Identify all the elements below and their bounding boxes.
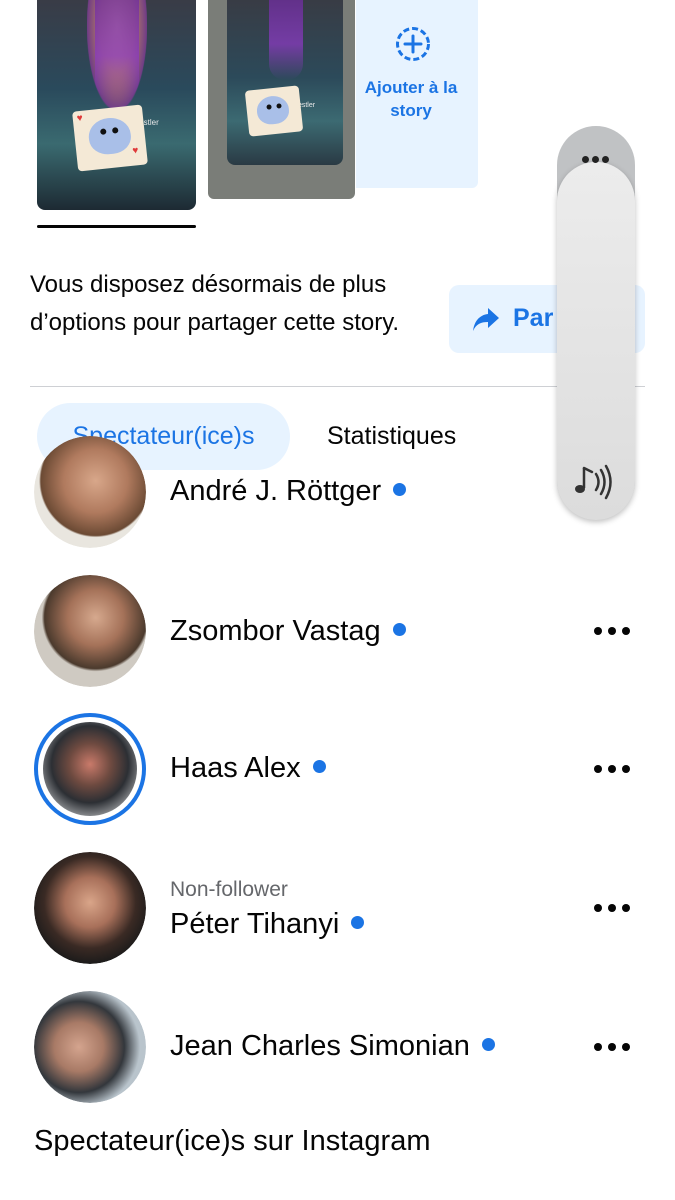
viewer-name-text: Haas Alex <box>170 752 301 784</box>
avatar[interactable] <box>34 852 146 964</box>
viewer-name-text: Péter Tihanyi <box>170 908 340 940</box>
more-dots-icon[interactable] <box>592 621 632 641</box>
avatar-image <box>34 852 146 964</box>
viewer-name[interactable]: Haas Alex <box>170 752 326 785</box>
avatar-image <box>34 575 146 687</box>
unseen-dot-icon <box>393 482 407 496</box>
unseen-dot-icon <box>351 915 365 929</box>
avatar[interactable] <box>34 436 146 548</box>
avatar-with-story-ring[interactable] <box>34 713 146 825</box>
viewer-name-text: André J. Röttger <box>170 475 382 507</box>
list-item[interactable]: Non-follower Péter Tihanyi <box>0 852 675 964</box>
list-item[interactable]: Jean Charles Simonian <box>0 991 675 1103</box>
unseen-dot-icon <box>392 622 406 636</box>
viewer-name[interactable]: Zsombor Vastag <box>170 615 406 648</box>
avatar-image <box>34 436 146 548</box>
viewer-name-text: Zsombor Vastag <box>170 615 381 647</box>
non-follower-label: Non-follower <box>170 878 288 901</box>
more-dots-icon[interactable] <box>592 759 632 779</box>
list-item[interactable]: Zsombor Vastag <box>0 575 675 687</box>
avatar[interactable] <box>34 991 146 1103</box>
music-note-sound-icon[interactable] <box>572 462 616 502</box>
list-item[interactable]: Haas Alex <box>0 713 675 825</box>
unseen-dot-icon <box>481 1037 495 1051</box>
avatar-image <box>34 991 146 1103</box>
viewer-name-text: Jean Charles Simonian <box>170 1030 470 1062</box>
viewer-name[interactable]: Péter Tihanyi <box>170 908 365 941</box>
viewer-name[interactable]: Jean Charles Simonian <box>170 1030 495 1063</box>
avatar[interactable] <box>34 575 146 687</box>
more-dots-icon[interactable] <box>592 898 632 918</box>
more-dots-icon[interactable] <box>592 1037 632 1057</box>
viewer-name[interactable]: André J. Röttger <box>170 475 407 508</box>
avatar-image <box>43 722 137 816</box>
instagram-viewers-title: Spectateur(ice)s sur Instagram <box>34 1125 431 1157</box>
more-dots-icon[interactable] <box>576 152 616 168</box>
unseen-dot-icon <box>312 759 326 773</box>
